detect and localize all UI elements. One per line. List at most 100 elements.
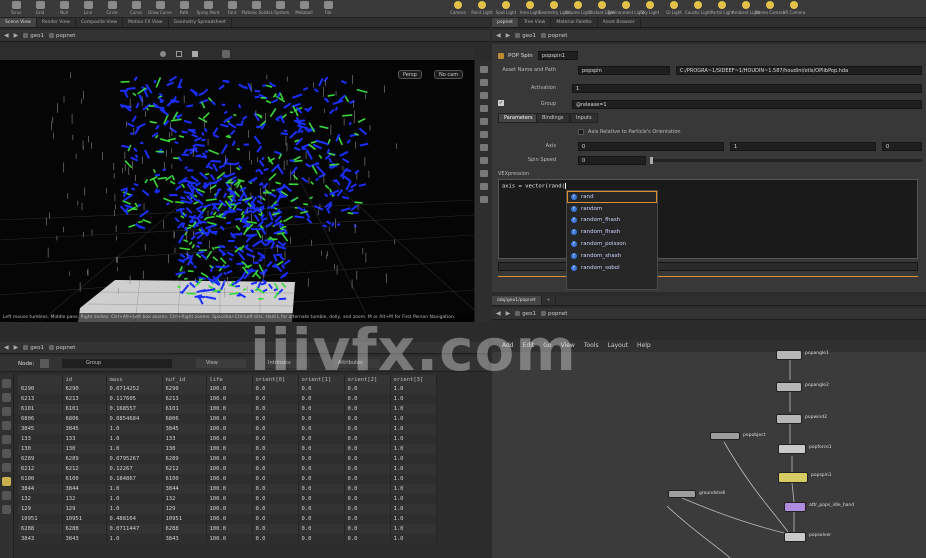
activation-field[interactable]: 1 [572, 84, 922, 93]
persp-menu[interactable]: Persp [398, 70, 422, 79]
node-name-field[interactable]: popspin1 [538, 51, 578, 60]
node-popsolver[interactable] [784, 532, 806, 542]
node-popangle2[interactable] [776, 382, 802, 392]
points-icon[interactable] [479, 118, 488, 125]
environment-light-tool[interactable]: Environment Light [608, 0, 644, 17]
tab-tree-view[interactable]: Tree View [519, 18, 552, 27]
spin-speed-slider[interactable] [650, 157, 922, 164]
table-row[interactable]: 6213 6213 0.117605 6213 100.0 0.0 0.0 0.0 1.0 [18, 394, 437, 404]
visualizer-icon[interactable] [479, 183, 488, 190]
guides-icon[interactable] [479, 144, 488, 151]
table-row[interactable]: 6290 6290 0.0714252 6290 100.0 0.0 0.0 0.0 1.0 [18, 384, 437, 394]
snap-icon[interactable] [160, 51, 166, 57]
spare-field[interactable] [498, 262, 918, 271]
stereo-camera-tool[interactable]: Stereo Camera [755, 0, 785, 17]
column-header[interactable]: mass [106, 375, 163, 384]
normals-icon[interactable] [479, 131, 488, 138]
table-row[interactable]: 6212 6212 0.12267 6212 100.0 0.0 0.0 0.0 1.0 [18, 464, 437, 474]
table-row[interactable]: 3845 3845 1.0 3845 100.0 0.0 0.0 0.0 1.0 [18, 424, 437, 434]
forward-arrow-icon[interactable]: ▶ [14, 344, 19, 351]
camera-menu[interactable]: No cam [434, 70, 464, 79]
axis-y-field[interactable]: 1 [730, 142, 876, 151]
gi-light-tool[interactable]: GI Light [662, 0, 686, 17]
table-row[interactable]: 3843 3843 1.0 3843 100.0 0.0 0.0 0.0 1.0 [18, 534, 437, 544]
table-row[interactable]: 129 129 1.0 129 100.0 0.0 0.0 0.0 1.0 [18, 504, 437, 514]
table-row[interactable]: 6289 6289 0.0795267 6289 100.0 0.0 0.0 0.0 1.0 [18, 454, 437, 464]
path-child[interactable]: popnet [49, 345, 75, 351]
tab-scene-view[interactable]: Scene View [0, 18, 37, 27]
display-option-icon[interactable] [479, 66, 488, 73]
slider-handle[interactable] [650, 157, 653, 164]
table-row[interactable]: 3844 3844 1.0 3844 100.0 0.0 0.0 0.0 1.0 [18, 484, 437, 494]
vex-code-editor[interactable]: axis = vector(rand( [498, 179, 918, 259]
curve-tool[interactable]: Curve [124, 0, 148, 17]
tab-asset-browser[interactable]: Asset Browser [598, 18, 641, 27]
table-row[interactable]: 6288 6288 0.0711447 6288 100.0 0.0 0.0 0.0 1.0 [18, 524, 437, 534]
add-tab-button[interactable]: + [542, 296, 557, 305]
back-arrow-icon[interactable]: ◀ [4, 32, 9, 39]
table-row[interactable]: 10951 10951 0.488164 10951 100.0 0.0 0.0 0.0 1.0 [18, 514, 437, 524]
vertices-mode-icon[interactable] [2, 393, 11, 402]
column-icon[interactable] [2, 491, 11, 500]
grid-tool[interactable]: Grid [28, 0, 52, 17]
column-header[interactable]: life [206, 375, 253, 384]
sky-light-tool[interactable]: Sky Light [638, 0, 662, 17]
dop-icon[interactable] [2, 449, 11, 458]
portal-light-tool[interactable]: Portal Light [710, 0, 734, 17]
axis-z-field[interactable]: 0 [882, 142, 922, 151]
area-light-tool[interactable]: Area Light [518, 0, 542, 17]
tab-parameters[interactable]: Parameters [498, 113, 539, 123]
tab-popnet[interactable]: popnet [492, 18, 519, 27]
spot-light-tool[interactable]: Spot Light [494, 0, 518, 17]
geometry-light-tool[interactable]: Geometry Light [538, 0, 570, 17]
ambient-light-tool[interactable]: Ambient Light [732, 0, 760, 17]
caustic-light-tool[interactable]: Caustic Light [685, 0, 711, 17]
path-child[interactable]: popnet [49, 33, 75, 39]
scene-viewport[interactable]: Persp No cam Left mouse tumbles. Middle … [0, 60, 474, 322]
tab-geometry-spreadsheet[interactable]: Geometry Spreadsheet [169, 18, 232, 27]
node-groundshell[interactable] [668, 490, 696, 498]
vr-camera-tool[interactable]: VR Camera [782, 0, 806, 17]
table-row[interactable]: 6100 6100 0.184867 6100 100.0 0.0 0.0 0.0 1.0 [18, 474, 437, 484]
distant-light-tool[interactable]: Distant Light [589, 0, 615, 17]
font-tool[interactable]: Font [220, 0, 244, 17]
spray-paint-tool[interactable]: Spray Paint [196, 0, 220, 17]
tab-bindings[interactable]: Bindings [536, 113, 570, 123]
asset-path-field[interactable]: C:/PROGRA~1/SIDEEF~1/HOUDIN~1.587/houdin… [676, 66, 922, 75]
path-child[interactable]: popnet [541, 33, 567, 39]
axis-relative-checkbox[interactable] [578, 129, 584, 135]
network-tab[interactable]: /obj/geo1/popnet [492, 296, 542, 305]
asset-name-dropdown[interactable]: popspin [578, 66, 670, 75]
export-icon[interactable] [2, 505, 11, 514]
tab-render-view[interactable]: Render View [37, 18, 76, 27]
table-row[interactable]: 133 133 1.0 133 100.0 0.0 0.0 0.0 1.0 [18, 434, 437, 444]
autocomplete-item[interactable]: f rand [567, 191, 657, 203]
table-row[interactable]: 6101 6101 0.168557 6101 100.0 0.0 0.0 0.0 1.0 [18, 404, 437, 414]
node-attr-pops-idle-hand[interactable] [784, 502, 806, 512]
camera-tool[interactable]: Camera [446, 0, 470, 17]
ghost-icon[interactable] [479, 170, 488, 177]
filter-icon[interactable] [2, 435, 11, 444]
path-node[interactable]: geo1 [515, 33, 536, 39]
view-menu[interactable]: View [196, 359, 246, 368]
autocomplete-item[interactable]: f random_shash [567, 250, 657, 262]
shaded-icon[interactable] [479, 105, 488, 112]
node-popangle1[interactable] [776, 350, 802, 360]
back-arrow-icon[interactable]: ◀ [4, 344, 9, 351]
point-light-tool[interactable]: Point Light [470, 0, 494, 17]
l-system-tool[interactable]: L-System [268, 0, 292, 17]
draw-curve-tool[interactable]: Draw Curve [148, 0, 172, 17]
column-header[interactable]: id [62, 375, 107, 384]
display-icon[interactable] [192, 51, 198, 57]
null-tool[interactable]: Null [52, 0, 76, 17]
table-row[interactable]: 132 132 1.0 132 100.0 0.0 0.0 0.0 1.0 [18, 494, 437, 504]
tab-motion-fx-view[interactable]: Motion FX View [123, 18, 169, 27]
autocomplete-item[interactable]: f random_sobol [567, 262, 657, 274]
path-node[interactable]: geo1 [23, 33, 44, 39]
back-arrow-icon[interactable]: ◀ [496, 32, 501, 39]
tab-inputs[interactable]: Inputs [570, 113, 598, 123]
node-popforce1[interactable] [778, 444, 806, 454]
platonic-solids-tool[interactable]: Platonic Solids [242, 0, 270, 17]
wireframe-icon[interactable] [479, 92, 488, 99]
volume-light-tool[interactable]: Volume Light [565, 0, 591, 17]
